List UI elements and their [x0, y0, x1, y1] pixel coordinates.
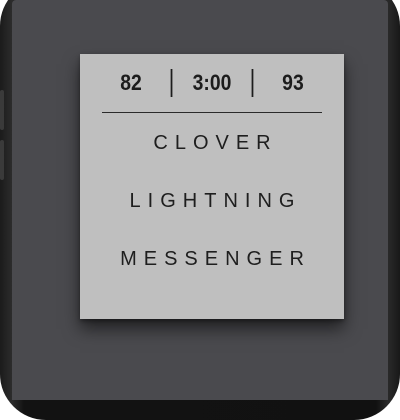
menu-item-lightning[interactable]: LIGHTNING	[80, 172, 344, 230]
menu-list: CLOVER LIGHTNING MESSENGER	[80, 114, 344, 288]
menu-card: 82 3:00 93 CLOVER LIGHTNING MESSENGER	[80, 54, 344, 319]
stats-row: 82 3:00 93	[96, 54, 328, 112]
left-stat: 82	[120, 70, 142, 95]
phone-screen: 82 3:00 93 CLOVER LIGHTNING MESSENGER	[12, 0, 388, 400]
menu-item-clover[interactable]: CLOVER	[80, 114, 344, 172]
right-stat: 93	[282, 70, 304, 95]
menu-item-messenger[interactable]: MESSENGER	[80, 230, 344, 288]
timer: 3:00	[192, 70, 232, 95]
stat-divider	[170, 69, 173, 97]
header-divider	[102, 112, 322, 113]
volume-button-secondary	[0, 140, 4, 180]
stat-divider	[251, 69, 254, 97]
volume-button	[0, 90, 4, 130]
